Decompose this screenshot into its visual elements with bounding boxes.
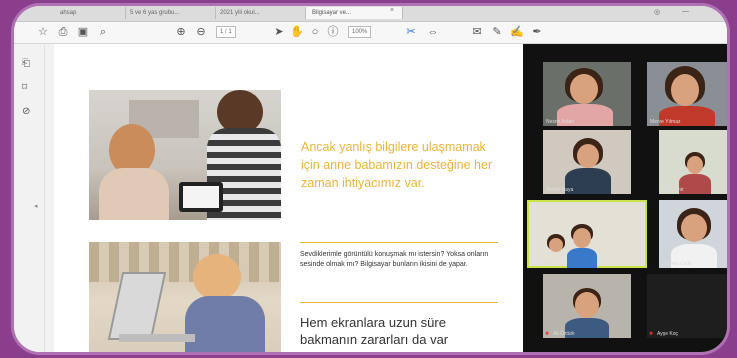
info-icon[interactable]: ⓘ <box>326 25 340 40</box>
muted-mic-icon: ✖ <box>545 331 550 337</box>
family-tablet-photo <box>89 90 281 220</box>
video-call-panel: Nesrin Aslan Merve Yılmaz Ahmet Kaya Eli… <box>523 44 727 352</box>
tab-3[interactable]: 2021 yili okul... <box>214 7 306 19</box>
participant-name: Merve Yılmaz <box>650 119 681 125</box>
heading-paragraph: Hem ekranlara uzun süre bakmanın zararla… <box>300 315 449 347</box>
hand-tool-icon[interactable]: ✋ <box>290 25 304 40</box>
participant-tile[interactable]: Nesrin Aslan <box>543 62 631 126</box>
participant-face <box>573 228 591 248</box>
bookmark-icon[interactable]: ⌑ <box>22 82 27 93</box>
tab-2[interactable]: 5 ve 6 yas grubu... <box>124 7 216 19</box>
account-icon[interactable]: ◎ <box>654 8 660 16</box>
print-icon[interactable]: ▣ <box>76 25 90 40</box>
participant-face <box>681 214 707 242</box>
photo-laptop-screen <box>107 272 167 340</box>
page-indicator[interactable]: 1 / 1 <box>216 26 236 38</box>
participant-face <box>575 292 599 318</box>
participant-tile-camera-off[interactable]: ✖ Ayşe Koç <box>647 274 727 338</box>
participant-tile[interactable]: Merve Yılmaz <box>647 62 727 126</box>
sign-icon[interactable]: ✒ <box>530 25 544 40</box>
close-tab-icon[interactable]: × <box>390 7 394 14</box>
comment-icon[interactable]: ✉ <box>470 25 484 40</box>
pdf-toolbar: ☆ ⎙ ▣ ⌕ ⊕ ⊖ 1 / 1 ➤ ✋ ○ ⓘ 100% ✂ ⇔ ✉ ✎ ✍… <box>14 22 727 44</box>
participant-tile-active-speaker[interactable]: Yusuf Şahin <box>527 200 647 268</box>
zoom-search-icon[interactable]: ⌕ <box>96 25 110 40</box>
minimize-icon[interactable]: — <box>682 8 689 15</box>
tab-label: ahsap <box>60 10 77 16</box>
tab-1[interactable]: ahsap <box>54 7 126 19</box>
highlight-paragraph: Ancak yanlış bilgilere ulaşmamak için an… <box>301 140 493 190</box>
participant-face <box>671 74 699 106</box>
participant-name: Ali Öztürk <box>553 331 575 337</box>
screen-frame: ahsap 5 ve 6 yas grubu... 2021 yili okul… <box>14 6 727 352</box>
tab-label: 2021 yili okul... <box>220 10 260 16</box>
participant-face <box>687 156 703 174</box>
tools-icon[interactable]: ✂ <box>404 25 418 40</box>
participant-face <box>570 74 598 104</box>
bookmark-star-icon[interactable]: ☆ <box>36 25 50 40</box>
fit-width-icon[interactable]: ⇔ <box>426 25 440 40</box>
circle-tool-icon[interactable]: ○ <box>308 25 322 40</box>
photo-boy-head <box>193 254 241 300</box>
photo-girl-body <box>99 168 169 220</box>
participant-name: Yusuf Şahin <box>530 261 557 267</box>
photo-boy-shirt <box>185 296 265 352</box>
participant-face <box>577 144 599 168</box>
participant-name: Ayşe Koç <box>657 331 679 337</box>
next-page-icon[interactable]: ⊖ <box>194 25 208 40</box>
photo-tablet-screen <box>183 186 219 208</box>
participant-tile[interactable]: Zeynep Çelik <box>659 200 727 268</box>
muted-mic-icon: ✖ <box>649 331 654 337</box>
info-paragraph: Sevdiklerimle görüntülü konuşmak mı iste… <box>300 251 489 268</box>
pdf-page: Ancak yanlış bilgilere ulaşmamak için an… <box>54 44 524 352</box>
select-cursor-icon[interactable]: ➤ <box>272 25 286 40</box>
save-icon[interactable]: ⎙ <box>56 25 70 40</box>
previous-page-icon[interactable]: ⊕ <box>174 25 188 40</box>
browser-tab-bar: ahsap 5 ve 6 yas grubu... 2021 yili okul… <box>14 6 727 22</box>
pages-icon[interactable]: ⎗ <box>22 58 30 69</box>
participant-body <box>567 248 597 268</box>
photo-laptop-base <box>119 334 195 342</box>
participant-name: Zeynep Çelik <box>662 261 692 267</box>
photo-shelf <box>89 242 281 282</box>
participant-face <box>549 238 563 252</box>
attachment-icon[interactable]: ⊘ <box>22 106 30 117</box>
pen-icon[interactable]: ✎ <box>490 25 504 40</box>
participant-name: Ahmet Kaya <box>546 187 574 193</box>
divider-top <box>300 242 498 243</box>
participant-tile[interactable]: ✖ Ali Öztürk <box>543 274 631 338</box>
divider-bottom <box>300 302 498 303</box>
participant-name: Elif Demir <box>662 187 684 193</box>
participant-name: Nesrin Aslan <box>546 119 575 125</box>
tab-label: 5 ve 6 yas grubu... <box>130 10 180 16</box>
zoom-select[interactable]: 100% <box>348 26 372 38</box>
participant-tile[interactable]: Elif Demir <box>659 130 727 194</box>
highlight-icon[interactable]: ✍ <box>510 25 524 40</box>
collapse-sidebar-icon[interactable]: ◂ <box>34 202 38 210</box>
child-laptop-photo <box>89 242 281 352</box>
left-sidebar: ⎗ ⌑ ⊘ ◂ <box>14 44 45 352</box>
tab-label: Bilgisayar ve... <box>312 10 352 16</box>
tab-4-active[interactable]: Bilgisayar ve... <box>306 7 403 19</box>
participant-tile[interactable]: Ahmet Kaya <box>543 130 631 194</box>
